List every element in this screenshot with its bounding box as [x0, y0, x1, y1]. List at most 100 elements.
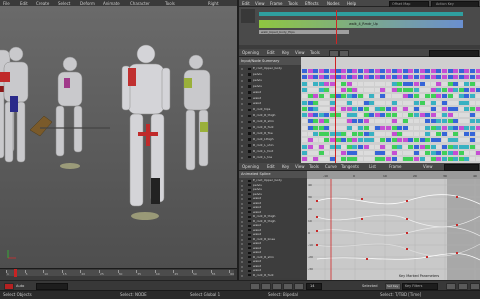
editor-menu-edit[interactable]: Edit: [242, 1, 250, 6]
graph-x-tick[interactable]: -10: [323, 174, 328, 178]
key-cell[interactable]: [442, 157, 447, 162]
key-cell[interactable]: [408, 157, 414, 162]
key-cell[interactable]: [363, 81, 369, 86]
key-cell[interactable]: [302, 125, 307, 130]
key-cell[interactable]: [430, 87, 436, 92]
clip-bar-main[interactable]: walk_4_Rmdr_Up: [259, 20, 463, 28]
visibility-icon[interactable]: [241, 127, 243, 129]
key-cell[interactable]: [419, 100, 425, 105]
key-cell[interactable]: [324, 150, 330, 155]
key-cell[interactable]: [419, 138, 425, 143]
key-cell[interactable]: [425, 150, 431, 155]
graph-tool-tools[interactable]: Tools: [309, 164, 319, 169]
key-cell[interactable]: [302, 87, 307, 92]
viewport-menu-animate[interactable]: Animate: [103, 1, 120, 6]
visibility-icon[interactable]: [241, 109, 243, 112]
goto-end-button[interactable]: [294, 283, 304, 290]
key-cell[interactable]: [313, 125, 319, 130]
key-cell[interactable]: [346, 125, 352, 130]
key-cell[interactable]: [335, 119, 341, 124]
key-cell[interactable]: [430, 132, 436, 136]
key-cell[interactable]: [374, 113, 380, 118]
key-cell[interactable]: [341, 144, 347, 149]
key-cell[interactable]: [419, 113, 425, 118]
key-cell[interactable]: [307, 69, 313, 73]
key-cell[interactable]: [447, 100, 453, 105]
key-cell[interactable]: [302, 119, 307, 124]
key-cell[interactable]: [436, 144, 442, 149]
key-cell[interactable]: [318, 125, 324, 130]
key-cell[interactable]: [414, 87, 419, 92]
key-cell[interactable]: [374, 138, 380, 143]
graph-tool-list[interactable]: List: [369, 164, 376, 169]
key-cell[interactable]: [318, 87, 324, 92]
keyframe-tree-row[interactable]: waist: [239, 102, 299, 106]
key-cell[interactable]: [380, 157, 386, 162]
key-cell[interactable]: [436, 125, 442, 130]
key-cell[interactable]: [363, 69, 369, 73]
key-cell[interactable]: [307, 113, 313, 118]
key-cell[interactable]: [397, 157, 403, 162]
key-cell[interactable]: [447, 138, 453, 143]
viewport-menu-select[interactable]: Select: [58, 1, 70, 6]
key-cell[interactable]: [358, 87, 363, 92]
key-cell[interactable]: [313, 81, 319, 86]
key-cell[interactable]: [302, 81, 307, 86]
keyframe-tree-row[interactable]: waist: [239, 97, 299, 101]
key-cell[interactable]: [475, 138, 480, 143]
key-cell[interactable]: [402, 119, 408, 124]
key-cell[interactable]: [414, 81, 419, 86]
key-cell[interactable]: [442, 125, 447, 130]
key-cell[interactable]: [302, 157, 307, 162]
key-cell[interactable]: [363, 100, 369, 105]
key-cell[interactable]: [402, 113, 408, 118]
key-cell[interactable]: [386, 150, 391, 155]
key-cell[interactable]: [414, 100, 419, 105]
key-cell[interactable]: [374, 150, 380, 155]
key-cell[interactable]: [324, 87, 330, 92]
keyframe-tree-row[interactable]: pelvis: [239, 85, 299, 89]
key-cell[interactable]: [335, 75, 341, 80]
key-cell[interactable]: [324, 138, 330, 143]
key-cell[interactable]: [313, 69, 319, 73]
key-cell[interactable]: [363, 132, 369, 136]
key-cell[interactable]: [430, 100, 436, 105]
graph-tree-row[interactable]: waist: [239, 211, 305, 215]
key-cell[interactable]: [436, 106, 442, 111]
key-cell[interactable]: [358, 75, 363, 80]
key-cell[interactable]: [453, 119, 459, 124]
graph-y-tick[interactable]: 10: [308, 219, 312, 223]
key-cell[interactable]: [402, 69, 408, 73]
key-cell[interactable]: [425, 125, 431, 130]
graph-tree-row[interactable]: waist: [239, 242, 305, 246]
key-cell[interactable]: [341, 150, 347, 155]
key-cell[interactable]: [391, 94, 397, 99]
key-cell[interactable]: [358, 113, 363, 118]
key-cell[interactable]: [453, 113, 459, 118]
key-cell[interactable]: [419, 87, 425, 92]
key-cell[interactable]: [419, 106, 425, 111]
visibility-icon[interactable]: [241, 216, 243, 218]
key-cell[interactable]: [458, 81, 464, 86]
key-cell[interactable]: [408, 75, 414, 80]
key-cell[interactable]: [470, 119, 475, 124]
key-cell[interactable]: [425, 144, 431, 149]
key-cell[interactable]: [464, 75, 470, 80]
key-cell[interactable]: [430, 119, 436, 124]
clip-track-area[interactable]: walk_4_Rmdr_Up walk_biped_body_Hips: [239, 7, 480, 45]
key-cell[interactable]: [402, 75, 408, 80]
key-cell[interactable]: [458, 150, 464, 155]
timeline-ruler[interactable]: 1 5 10 15 20 25 30 35 40 45 50 55 60: [6, 270, 234, 276]
key-cell[interactable]: [425, 119, 431, 124]
visibility-icon[interactable]: [241, 138, 243, 141]
key-cell[interactable]: [363, 75, 369, 80]
key-cell[interactable]: [302, 138, 307, 143]
key-cell[interactable]: [419, 132, 425, 136]
graph-y-tick[interactable]: -30: [308, 267, 313, 271]
keyframe-tree-row[interactable]: R_root_L_foot: [239, 150, 299, 154]
key-cell[interactable]: [380, 138, 386, 143]
graph-x-tick[interactable]: 40: [473, 174, 477, 178]
key-cell[interactable]: [458, 125, 464, 130]
key-cell[interactable]: [425, 106, 431, 111]
key-cell[interactable]: [391, 106, 397, 111]
